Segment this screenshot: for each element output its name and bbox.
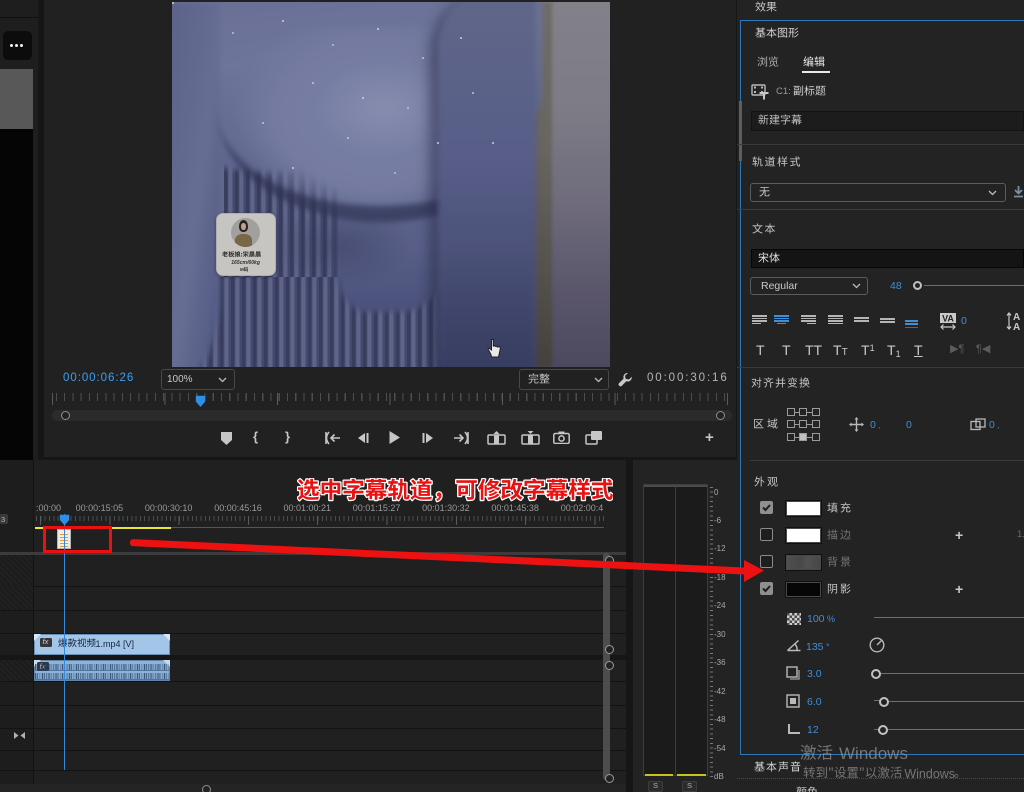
svg-text:A: A (1013, 322, 1020, 331)
svg-text:VA: VA (942, 314, 954, 324)
